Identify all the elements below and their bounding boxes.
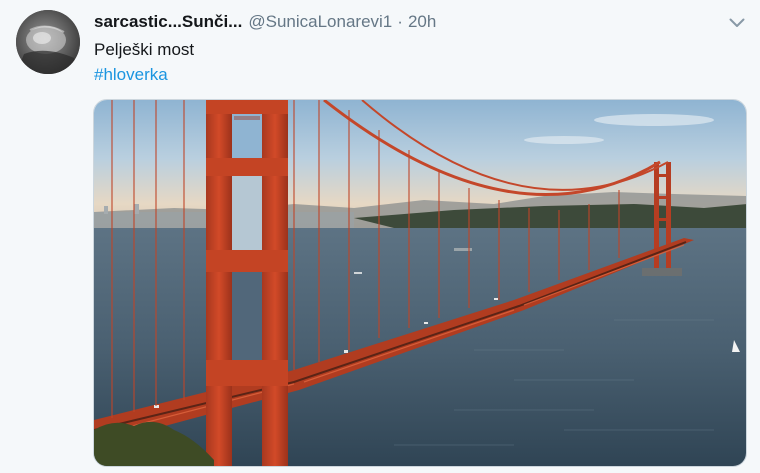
avatar[interactable] [16,10,80,74]
user-handle[interactable]: @SunicaLonarevi1 [248,12,392,32]
tweet-photo[interactable] [93,99,747,467]
tweet-text: Pelješki most [94,40,195,59]
display-name[interactable]: sarcastic...Sunči... [94,12,242,32]
separator-dot: · [397,12,403,31]
tweet-card[interactable]: sarcastic...Sunči... @SunicaLonarevi1 · … [0,0,760,473]
hashtag-link[interactable]: #hloverka [94,64,168,86]
bridge-photo [94,100,746,466]
timestamp[interactable]: 20h [408,12,436,32]
avatar-image [16,10,80,74]
chevron-down-icon [729,18,745,27]
tweet-menu-button[interactable] [726,12,748,34]
tweet-header: sarcastic...Sunči... @SunicaLonarevi1 · … [94,12,436,34]
